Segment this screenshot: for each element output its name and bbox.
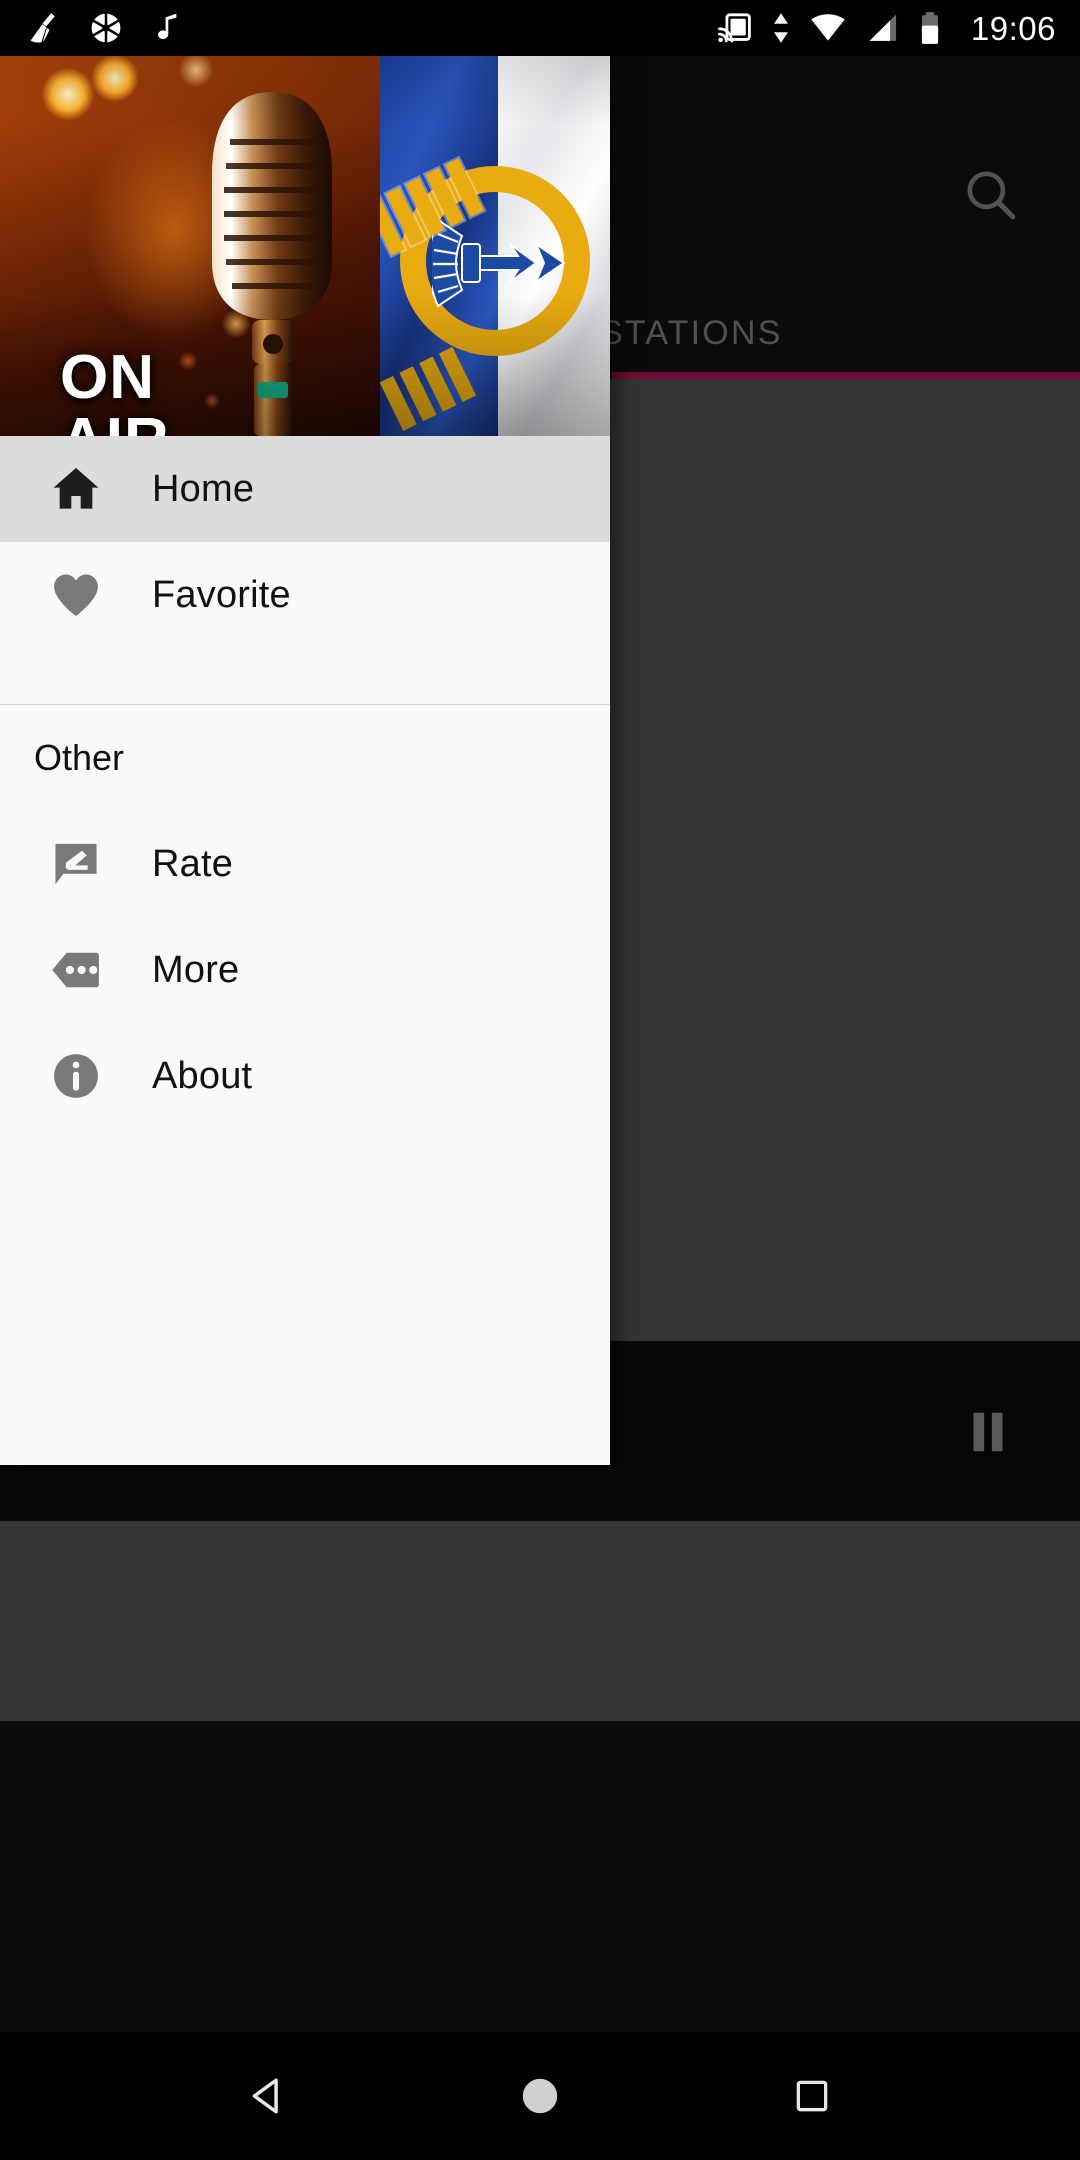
flag-graphic bbox=[380, 56, 610, 436]
signal-icon bbox=[869, 14, 897, 41]
cleaner-broom-icon bbox=[30, 13, 55, 43]
system-navigation-bar bbox=[0, 2032, 1080, 2160]
music-note-icon bbox=[158, 13, 177, 40]
status-bar-system-icons: 19:06 bbox=[717, 10, 1080, 46]
on-air-line-2: AIR bbox=[60, 409, 170, 436]
back-triangle-icon bbox=[252, 2078, 278, 2114]
drawer-item-home[interactable]: Home bbox=[0, 436, 610, 542]
info-circle-icon bbox=[0, 1023, 152, 1129]
on-air-line-1: ON bbox=[60, 343, 155, 412]
nav-back-button[interactable] bbox=[228, 2056, 308, 2136]
drawer-item-more[interactable]: More bbox=[0, 917, 610, 1023]
drawer-header: ON AIR bbox=[0, 56, 610, 436]
drawer-item-home-label: Home bbox=[152, 467, 255, 510]
drawer-menu: Home Favorite Other Rate More About bbox=[0, 436, 610, 1129]
nav-recents-button[interactable] bbox=[772, 2056, 852, 2136]
camera-aperture-icon bbox=[91, 12, 121, 44]
home-icon bbox=[0, 436, 152, 542]
drawer-item-about[interactable]: About bbox=[0, 1023, 610, 1129]
on-air-badge: ON AIR bbox=[60, 346, 170, 436]
data-transfer-icon bbox=[774, 13, 788, 43]
status-bar-clock: 19:06 bbox=[970, 9, 1056, 47]
microphone-graphic bbox=[212, 92, 332, 436]
drawer-section-other: Other bbox=[34, 737, 125, 778]
drawer-item-favorite[interactable]: Favorite bbox=[0, 542, 610, 648]
rate-comment-edit-icon bbox=[0, 811, 152, 917]
drawer-item-more-label: More bbox=[152, 948, 240, 991]
navigation-drawer: ON AIR Home Favorite Other bbox=[0, 56, 610, 1465]
heart-icon bbox=[0, 542, 152, 648]
status-bar-notifications bbox=[0, 10, 186, 46]
status-bar: 19:06 bbox=[0, 0, 1080, 56]
drawer-item-about-label: About bbox=[152, 1054, 253, 1097]
more-tag-icon bbox=[0, 917, 152, 1023]
recents-square-icon bbox=[796, 2080, 828, 2112]
cast-icon bbox=[717, 13, 751, 43]
drawer-item-rate-label: Rate bbox=[152, 842, 234, 885]
drawer-item-favorite-label: Favorite bbox=[152, 573, 291, 616]
wifi-icon bbox=[811, 14, 845, 41]
battery-icon bbox=[921, 12, 939, 44]
nav-home-button[interactable] bbox=[500, 2056, 580, 2136]
drawer-item-rate[interactable]: Rate bbox=[0, 811, 610, 917]
home-circle-icon bbox=[522, 2078, 558, 2114]
